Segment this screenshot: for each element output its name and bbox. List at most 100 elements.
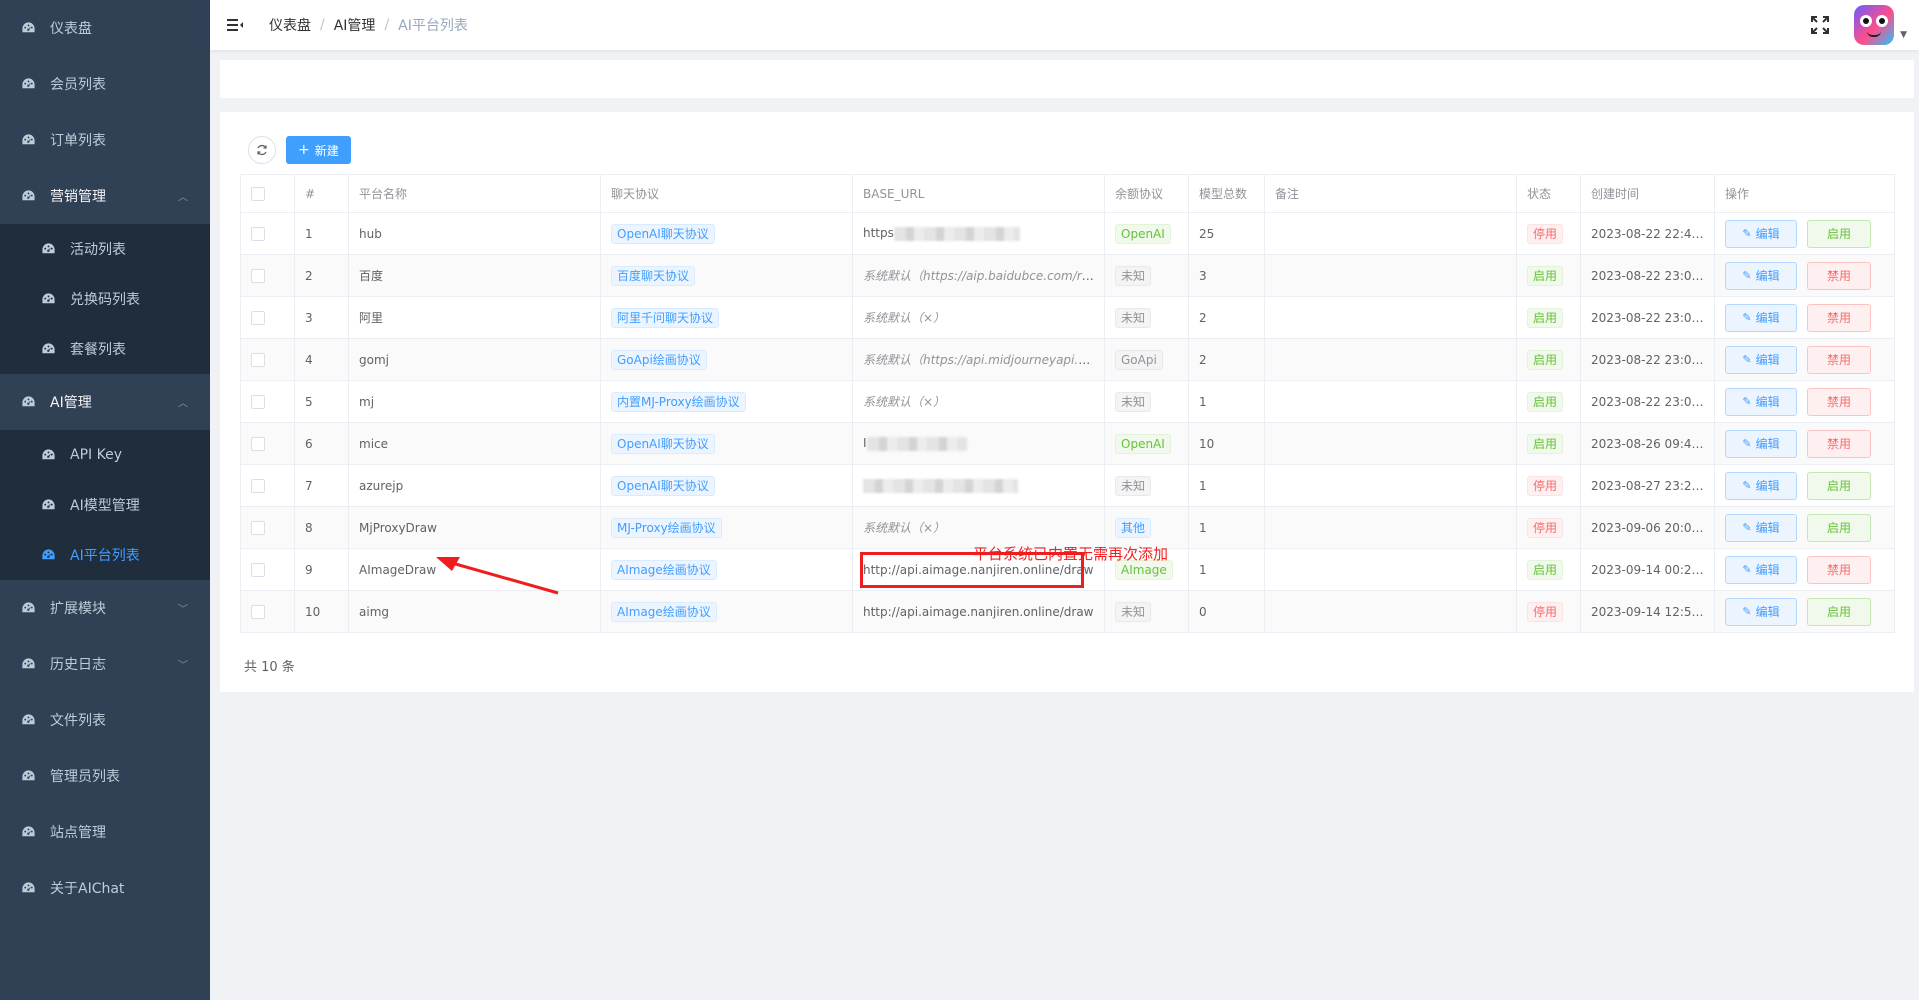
new-button[interactable]: + 新建: [286, 136, 351, 164]
breadcrumb-item-current: AI平台列表: [398, 18, 468, 34]
sidebar-item-9[interactable]: 站点管理: [0, 804, 210, 860]
table-row[interactable]: 7 azurejp OpenAI聊天协议 未知 1 停用 2023-08-27 23:29:…: [240, 464, 1895, 507]
edit-button[interactable]: ✎ 编辑: [1725, 345, 1797, 374]
edit-button[interactable]: ✎ 编辑: [1725, 303, 1797, 332]
dashboard-icon: [20, 712, 36, 728]
created-time: 2023-09-14 12:58:54: [1580, 590, 1715, 633]
base-url: http://api.aimage.nanjiren.online/draw: [863, 604, 1094, 619]
select-cell: [240, 212, 295, 255]
edit-button[interactable]: ✎ 编辑: [1725, 261, 1797, 290]
sidebar-submenu: 活动列表 兑换码列表 套餐列表: [0, 224, 210, 374]
sidebar-subitem[interactable]: 兑换码列表: [0, 274, 210, 324]
disable-button[interactable]: 禁用: [1807, 429, 1871, 458]
sidebar-subitem[interactable]: 套餐列表: [0, 324, 210, 374]
avatar-eye: [1876, 15, 1889, 27]
sidebar-item-label: 关于AIChat: [50, 881, 125, 897]
select-all-cell: [240, 174, 295, 213]
row-checkbox[interactable]: [251, 352, 265, 367]
note-cell: [1264, 338, 1517, 381]
actions-cell: ✎ 编辑 禁用: [1714, 296, 1895, 339]
avatar-eye: [1860, 15, 1873, 27]
status-cell: 启用: [1516, 548, 1581, 591]
select-all-checkbox[interactable]: [251, 186, 265, 201]
edit-button[interactable]: ✎ 编辑: [1725, 513, 1797, 542]
sidebar-subitem[interactable]: API Key: [0, 430, 210, 480]
enable-button[interactable]: 启用: [1807, 219, 1871, 248]
table-row[interactable]: 2 百度 百度聊天协议 系统默认（https://aip.baidubce.com/r…: [240, 254, 1895, 297]
edit-button[interactable]: ✎ 编辑: [1725, 387, 1797, 416]
status-cell: 启用: [1516, 254, 1581, 297]
edit-button[interactable]: ✎ 编辑: [1725, 597, 1797, 626]
disable-button[interactable]: 禁用: [1807, 345, 1871, 374]
dashboard-icon: [40, 291, 56, 307]
sidebar-subitem-label: AI模型管理: [70, 498, 140, 514]
edit-icon: ✎: [1742, 479, 1752, 492]
row-checkbox[interactable]: [251, 478, 265, 493]
sidebar-subitem[interactable]: AI平台列表: [0, 530, 210, 580]
refresh-icon: [257, 144, 267, 156]
breadcrumb-item-ai-management[interactable]: AI管理: [334, 15, 376, 35]
row-checkbox[interactable]: [251, 226, 265, 241]
table-row[interactable]: 3 阿里 阿里千问聊天协议 系统默认（×） 未知 2 启用 2023-08-22 23:05:…: [240, 296, 1895, 339]
sidebar-item-0[interactable]: 仪表盘: [0, 0, 210, 56]
sidebar-item-4[interactable]: AI管理 ︿: [0, 374, 210, 430]
table-row[interactable]: 1 hub OpenAI聊天协议 https OpenAI 25 停用 2023-08-22 …: [240, 212, 1895, 255]
enable-button[interactable]: 启用: [1807, 471, 1871, 500]
column-header: 平台名称: [348, 174, 601, 213]
chat-protocol-cell: 百度聊天协议: [600, 254, 853, 297]
row-checkbox[interactable]: [251, 604, 265, 619]
actions-cell: ✎ 编辑 禁用: [1714, 380, 1895, 423]
enable-button[interactable]: 启用: [1807, 513, 1871, 542]
row-checkbox[interactable]: [251, 436, 265, 451]
balance-tag: 其他: [1115, 517, 1152, 538]
row-checkbox[interactable]: [251, 310, 265, 325]
table-row[interactable]: 4 gomj GoApi绘画协议 系统默认（https://api.midjourne…: [240, 338, 1895, 381]
user-avatar[interactable]: [1854, 5, 1895, 45]
note-cell: [1264, 296, 1517, 339]
sidebar-item-2[interactable]: 订单列表: [0, 112, 210, 168]
edit-button[interactable]: ✎ 编辑: [1725, 555, 1797, 584]
sidebar-item-7[interactable]: 文件列表: [0, 692, 210, 748]
edit-button[interactable]: ✎ 编辑: [1725, 429, 1797, 458]
refresh-button[interactable]: [248, 136, 276, 164]
sidebar-item-3[interactable]: 营销管理 ︿: [0, 168, 210, 224]
base-url-cell: 系统默认（https://aip.baidubce.com/rpc/...: [852, 254, 1105, 297]
sidebar-item-10[interactable]: 关于AIChat: [0, 860, 210, 916]
balance-protocol-cell: OpenAI: [1104, 212, 1189, 255]
row-checkbox[interactable]: [251, 268, 265, 283]
model-count: 1: [1188, 464, 1265, 507]
disable-button[interactable]: 禁用: [1807, 303, 1871, 332]
hamburger-menu-icon[interactable]: [225, 15, 245, 35]
edit-button[interactable]: ✎ 编辑: [1725, 219, 1797, 248]
table-row[interactable]: 10 aimg AImage绘画协议 http://api.aimage.nanjir…: [240, 590, 1895, 633]
fullscreen-icon[interactable]: [1810, 15, 1830, 35]
disable-button[interactable]: 禁用: [1807, 261, 1871, 290]
breadcrumb-item-dashboard[interactable]: 仪表盘: [269, 15, 311, 35]
id-cell: 10: [294, 590, 349, 633]
row-checkbox[interactable]: [251, 520, 265, 535]
enable-button[interactable]: 启用: [1807, 597, 1871, 626]
protocol-tag: OpenAI聊天协议: [611, 223, 715, 244]
note-cell: [1264, 380, 1517, 423]
table-row[interactable]: 6 mice OpenAI聊天协议 I OpenAI 10 启用 2023-08-26 09:…: [240, 422, 1895, 465]
sidebar-item-8[interactable]: 管理员列表: [0, 748, 210, 804]
edit-button[interactable]: ✎ 编辑: [1725, 471, 1797, 500]
table-row[interactable]: 5 mj 内置MJ-Proxy绘画协议 系统默认（×） 未知 1 启用 2023-08-22 …: [240, 380, 1895, 423]
select-cell: [240, 254, 295, 297]
disable-button[interactable]: 禁用: [1807, 387, 1871, 416]
sidebar-item-6[interactable]: 历史日志 ﹀: [0, 636, 210, 692]
edit-label: 编辑: [1755, 437, 1780, 451]
row-checkbox[interactable]: [251, 562, 265, 577]
sidebar-subitem[interactable]: 活动列表: [0, 224, 210, 274]
sidebar-item-1[interactable]: 会员列表: [0, 56, 210, 112]
row-checkbox[interactable]: [251, 394, 265, 409]
model-count: 2: [1188, 338, 1265, 381]
disable-button[interactable]: 禁用: [1807, 555, 1871, 584]
sidebar-item-5[interactable]: 扩展模块 ﹀: [0, 580, 210, 636]
table-header-row: # 平台名称 聊天协议 BASE_URL 余额协议 模型总数 备注 状态 创建时…: [240, 174, 1895, 213]
sidebar-subitem[interactable]: AI模型管理: [0, 480, 210, 530]
select-cell: [240, 338, 295, 381]
table-toolbar: + 新建: [248, 136, 351, 164]
chat-protocol-cell: GoApi绘画协议: [600, 338, 853, 381]
caret-down-icon[interactable]: ▼: [1900, 30, 1907, 40]
